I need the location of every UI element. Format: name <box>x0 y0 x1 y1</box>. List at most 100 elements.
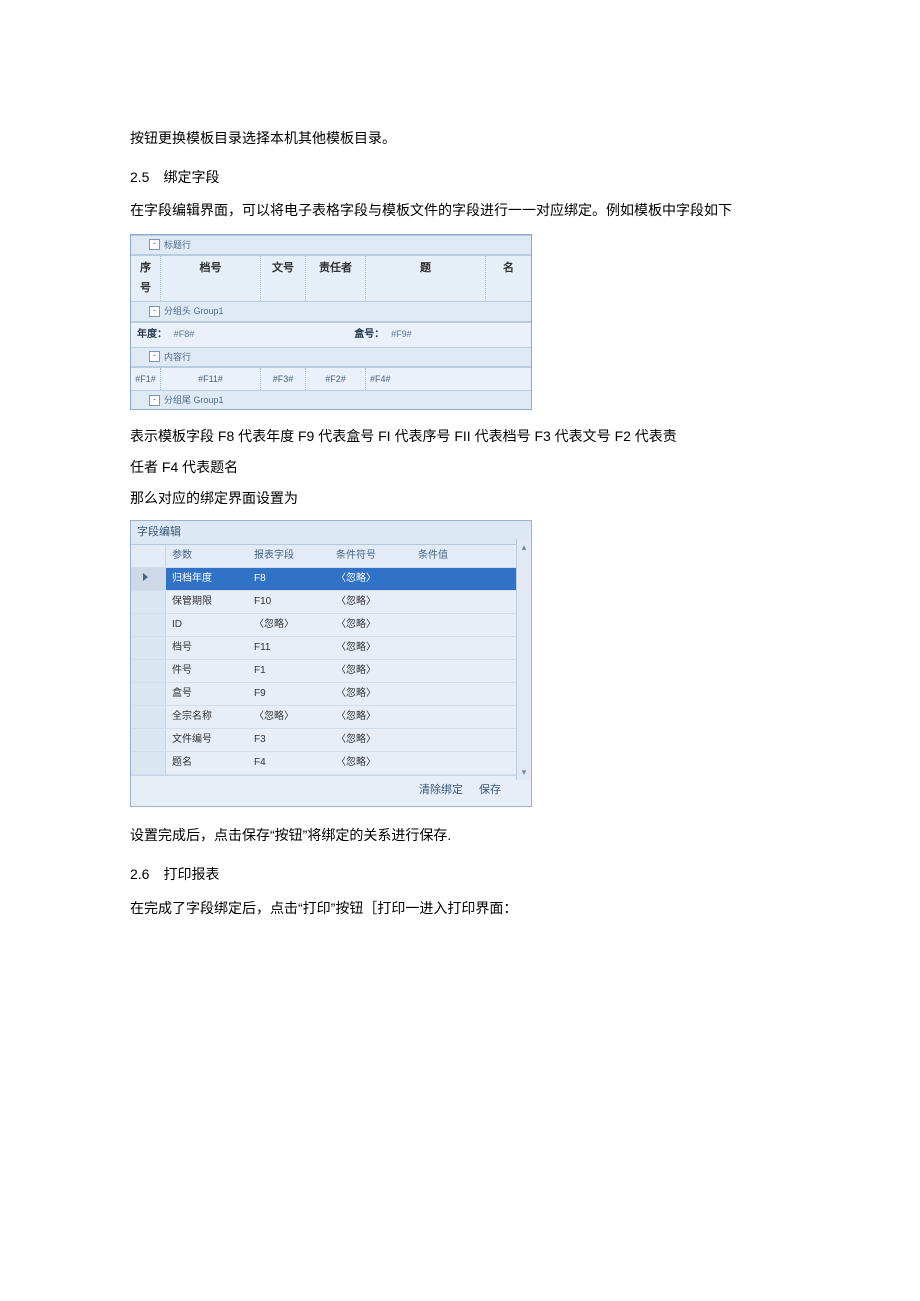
section-heading-2-5: 2.5 绑定字段 <box>130 165 790 190</box>
field-editor: 字段编辑 参数 报表字段 条件符号 条件值 归档年度F8〈忽略〉保管期限F10〈… <box>130 520 532 808</box>
col-report: 报表字段 <box>248 545 330 568</box>
paragraph: 在字段编辑界面，可以将电子表格字段与模板文件的字段进行一一对应绑定。例如模板中字… <box>130 198 790 223</box>
paragraph: 设置完成后，点击保存“按钮”将绑定的关系进行保存. <box>130 823 790 848</box>
grid-cell[interactable]: 〈忽略〉 <box>330 660 412 683</box>
body-f11: #F11# <box>161 368 261 390</box>
grid-cell[interactable]: 档号 <box>166 637 249 660</box>
grid-cell[interactable] <box>412 591 531 614</box>
grid-cell[interactable]: 〈忽略〉 <box>330 729 412 752</box>
grid-header: 参数 报表字段 条件符号 条件值 <box>131 545 531 568</box>
collapse-icon: - <box>149 351 160 362</box>
table-row[interactable]: 全宗名称〈忽略〉〈忽略〉 <box>131 706 531 729</box>
scrollbar[interactable]: ▴ ▾ <box>516 539 531 781</box>
table-row[interactable]: 盒号F9〈忽略〉 <box>131 683 531 706</box>
year-label: 年度： <box>137 329 167 340</box>
paragraph: 在完成了字段绑定后，点击“打印”按钮［打印一进入打印界面： <box>130 896 790 921</box>
band-label-text: 标题行 <box>164 237 191 253</box>
grid-cell[interactable]: 件号 <box>166 660 249 683</box>
grid-cell[interactable]: 〈忽略〉 <box>330 752 412 775</box>
section-heading-2-6: 2.6 打印报表 <box>130 862 790 887</box>
row-handle[interactable] <box>131 660 166 683</box>
table-row[interactable]: ID〈忽略〉〈忽略〉 <box>131 614 531 637</box>
col-val: 条件值 <box>412 545 531 568</box>
grid-cell[interactable]: 〈忽略〉 <box>330 614 412 637</box>
grid-cell[interactable]: 〈忽略〉 <box>330 706 412 729</box>
grid-cell[interactable]: 〈忽略〉 <box>248 706 330 729</box>
grid-cell[interactable] <box>412 660 531 683</box>
col-ming: 名 <box>486 256 531 302</box>
collapse-icon: - <box>149 395 160 406</box>
col-resp: 责任者 <box>306 256 366 302</box>
collapse-icon: - <box>149 306 160 317</box>
grid-cell[interactable]: 〈忽略〉 <box>248 614 330 637</box>
template-preview: - 标题行 序号 档号 文号 责任者 题 名 - 分组头 Group1 年度： … <box>130 234 532 411</box>
row-handle[interactable] <box>131 568 166 591</box>
grid-cell[interactable]: 〈忽略〉 <box>330 591 412 614</box>
row-handle-head <box>131 545 166 568</box>
row-handle[interactable] <box>131 683 166 706</box>
row-handle[interactable] <box>131 706 166 729</box>
grid-cell[interactable]: 文件编号 <box>166 729 249 752</box>
col-docno: 档号 <box>161 256 261 302</box>
grid-cell[interactable] <box>412 706 531 729</box>
grid-cell[interactable] <box>412 637 531 660</box>
grid-cell[interactable] <box>412 614 531 637</box>
paragraph: 任者 F4 代表题名 <box>130 455 790 480</box>
paragraph: 按钮更换模板目录选择本机其他模板目录。 <box>130 126 790 151</box>
grid-cell[interactable]: 全宗名称 <box>166 706 249 729</box>
table-row[interactable]: 档号F11〈忽略〉 <box>131 637 531 660</box>
grid-cell[interactable] <box>412 729 531 752</box>
grid-cell[interactable]: F8 <box>248 568 330 591</box>
grid-cell[interactable]: 盒号 <box>166 683 249 706</box>
row-handle[interactable] <box>131 752 166 775</box>
grid-cell[interactable]: F4 <box>248 752 330 775</box>
grid-cell[interactable]: F3 <box>248 729 330 752</box>
row-handle[interactable] <box>131 614 166 637</box>
grid-cell[interactable]: 〈忽略〉 <box>330 637 412 660</box>
grid-cell[interactable]: 题名 <box>166 752 249 775</box>
grid-cell[interactable]: ID <box>166 614 249 637</box>
table-row[interactable]: 题名F4〈忽略〉 <box>131 752 531 775</box>
row-handle[interactable] <box>131 591 166 614</box>
grid-cell[interactable]: F9 <box>248 683 330 706</box>
box-field: #F9# <box>391 329 412 339</box>
field-grid: 参数 报表字段 条件符号 条件值 归档年度F8〈忽略〉保管期限F10〈忽略〉ID… <box>131 545 531 775</box>
body-f4: #F4# <box>366 368 531 390</box>
template-header-row: 序号 档号 文号 责任者 题 名 <box>131 255 531 302</box>
body-f1: #F1# <box>131 368 161 390</box>
grid-cell[interactable]: F11 <box>248 637 330 660</box>
col-param: 参数 <box>166 545 249 568</box>
table-row[interactable]: 保管期限F10〈忽略〉 <box>131 591 531 614</box>
body-f3: #F3# <box>261 368 306 390</box>
year-field: #F8# <box>174 329 195 339</box>
grid-cell[interactable] <box>412 568 531 591</box>
col-seq: 序号 <box>131 256 161 302</box>
band-title-row: - 标题行 <box>131 235 531 255</box>
scroll-down-icon[interactable]: ▾ <box>522 764 527 780</box>
grid-cell[interactable]: 归档年度 <box>166 568 249 591</box>
table-row[interactable]: 文件编号F3〈忽略〉 <box>131 729 531 752</box>
group-header-row: 年度： #F8# 盒号： #F9# <box>131 322 531 347</box>
grid-cell[interactable]: F10 <box>248 591 330 614</box>
box-label: 盒号： <box>354 329 384 340</box>
save-button[interactable]: 保存 <box>479 781 501 801</box>
table-row[interactable]: 归档年度F8〈忽略〉 <box>131 568 531 591</box>
table-row[interactable]: 件号F1〈忽略〉 <box>131 660 531 683</box>
collapse-icon: - <box>149 239 160 250</box>
editor-buttons: 清除绑定 保存 <box>131 775 531 806</box>
row-handle[interactable] <box>131 729 166 752</box>
scroll-up-icon[interactable]: ▴ <box>522 539 527 555</box>
grid-cell[interactable] <box>412 752 531 775</box>
band-label-text: 内容行 <box>164 349 191 365</box>
row-handle[interactable] <box>131 637 166 660</box>
grid-cell[interactable] <box>412 683 531 706</box>
band-group-head: - 分组头 Group1 <box>131 301 531 321</box>
grid-cell[interactable]: 保管期限 <box>166 591 249 614</box>
grid-cell[interactable]: F1 <box>248 660 330 683</box>
band-label-text: 分组尾 Group1 <box>164 392 224 408</box>
clear-binding-button[interactable]: 清除绑定 <box>419 781 463 801</box>
grid-cell[interactable]: 〈忽略〉 <box>330 683 412 706</box>
grid-cell[interactable]: 〈忽略〉 <box>330 568 412 591</box>
col-wenno: 文号 <box>261 256 306 302</box>
template-body-row: #F1# #F11# #F3# #F2# #F4# <box>131 367 531 390</box>
